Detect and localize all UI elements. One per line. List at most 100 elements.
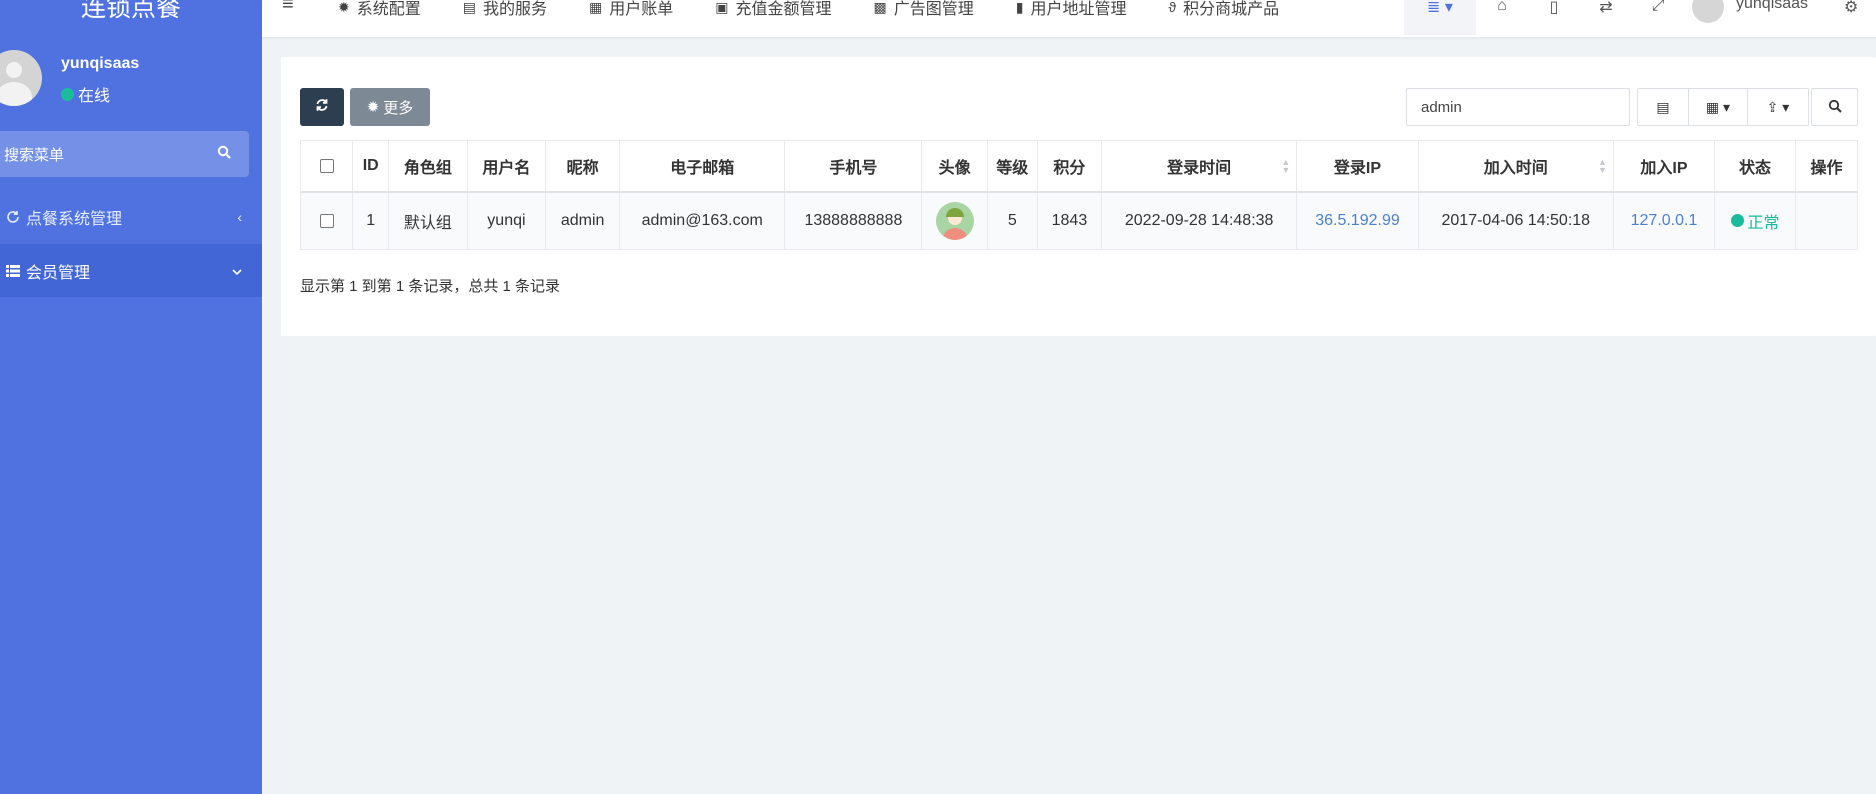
avatar bbox=[0, 50, 42, 106]
tab-ad-images[interactable]: ▩ 广告图管理 bbox=[874, 0, 974, 19]
loginip-link[interactable]: 36.5.192.99 bbox=[1315, 212, 1400, 229]
table-icon: ▤ bbox=[1656, 98, 1670, 115]
search-button[interactable] bbox=[1811, 88, 1858, 126]
top-nav: ≡ ✹ 系统配置 ▤ 我的服务 ▦ 用户账单 ▣ 充值金额管理 ▩ 广告图管理 … bbox=[262, 0, 1876, 38]
brand-logo[interactable]: 连锁点餐 bbox=[0, 0, 262, 34]
search-icon bbox=[1828, 99, 1842, 116]
tab-label: 积分商城产品 bbox=[1183, 1, 1280, 18]
avatar[interactable] bbox=[935, 201, 974, 240]
pagination-info: 显示第 1 到第 1 条记录，总共 1 条记录 bbox=[300, 278, 561, 295]
sidebar-item-label: 点餐系统管理 bbox=[26, 211, 123, 228]
export-icon: ⇪ ▾ bbox=[1766, 98, 1790, 115]
tab-user-bill[interactable]: ▦ 用户账单 bbox=[589, 0, 673, 19]
cell-loginip: 36.5.192.99 bbox=[1296, 191, 1419, 250]
sidebar-item-member[interactable]: 会员管理 bbox=[0, 244, 262, 297]
col-header-operate: 操作 bbox=[1795, 140, 1858, 193]
list-alt-icon: ▦ bbox=[589, 0, 603, 15]
refresh-icon bbox=[315, 98, 329, 116]
sort-icon[interactable]: ▲ ▼ bbox=[1598, 158, 1607, 175]
sidebar-item-label: 会员管理 bbox=[26, 264, 91, 282]
online-status-label: 在线 bbox=[78, 88, 111, 105]
chevron-down-icon bbox=[232, 263, 242, 279]
tab-list-dropdown-button[interactable]: ≣ ▾ bbox=[1404, 0, 1476, 35]
avatar bbox=[1692, 0, 1724, 23]
online-status: 在线 bbox=[61, 82, 110, 106]
user-table: ID 角色组 用户名 昵称 电子邮箱 手机号 头像 等级 积分 登录时间 ▲ ▼ … bbox=[299, 140, 1858, 250]
home-icon[interactable]: ⌂ bbox=[1476, 0, 1528, 15]
chevron-left-icon: ‹ bbox=[237, 209, 242, 225]
more-button[interactable]: ✹ 更多 bbox=[350, 88, 430, 126]
tab-label: 充值金额管理 bbox=[735, 1, 832, 18]
nav-right: ≣ ▾ ⌂ ▯ ⇄ ⤢ yunqisaas ⚙ bbox=[1404, 0, 1858, 38]
content-panel: ✹ 更多 ▤ ▦ ▾ ⇪ ▾ ID 角色组 用户名 bbox=[281, 57, 1876, 336]
tab-points-mall[interactable]: ϑ 积分商城产品 bbox=[1168, 0, 1279, 19]
tab-my-service[interactable]: ▤ 我的服务 bbox=[463, 0, 547, 19]
gears-icon[interactable]: ⚙ bbox=[1844, 0, 1858, 17]
col-header-avatar: 头像 bbox=[921, 140, 988, 193]
stethoscope-icon: ϑ bbox=[1168, 0, 1177, 15]
col-header-level: 等级 bbox=[986, 140, 1038, 193]
font-icon: ▩ bbox=[873, 0, 887, 15]
brand-title[interactable]: 连锁点餐 bbox=[0, 0, 262, 24]
gear-icon: ✹ bbox=[338, 0, 350, 15]
hamburger-icon[interactable]: ≡ bbox=[282, 0, 294, 16]
trash-icon[interactable]: ▯ bbox=[1528, 0, 1580, 17]
col-header-logintime[interactable]: 登录时间 ▲ ▼ bbox=[1101, 140, 1298, 193]
col-header-username: 用户名 bbox=[466, 140, 547, 193]
col-header-id[interactable]: ID bbox=[352, 140, 390, 193]
nav-tabs: ✹ 系统配置 ▤ 我的服务 ▦ 用户账单 ▣ 充值金额管理 ▩ 广告图管理 ▮ … bbox=[338, 0, 1321, 19]
sidebar: 连锁点餐 yunqisaas 在线 搜索菜单 点餐系统管理 ‹ 会员管理 bbox=[0, 0, 262, 794]
tab-label: 我的服务 bbox=[482, 1, 547, 18]
online-dot-icon bbox=[61, 87, 74, 101]
refresh-button[interactable] bbox=[300, 88, 344, 126]
cell-joinip: 127.0.0.1 bbox=[1612, 191, 1716, 250]
user-panel: yunqisaas 在线 bbox=[0, 46, 262, 110]
table-header-row: ID 角色组 用户名 昵称 电子邮箱 手机号 头像 等级 积分 登录时间 ▲ ▼ … bbox=[299, 140, 1858, 193]
tab-system-config[interactable]: ✹ 系统配置 bbox=[338, 0, 421, 19]
sidebar-user-name: yunqisaas bbox=[61, 55, 140, 72]
col-header-jointime[interactable]: 加入时间 ▲ ▼ bbox=[1417, 140, 1614, 193]
search-input[interactable] bbox=[1406, 88, 1630, 126]
status-dot-icon bbox=[1730, 214, 1744, 228]
list-icon: ≣ ▾ bbox=[1427, 0, 1453, 16]
col-header-loginip: 登录IP bbox=[1296, 140, 1419, 193]
cell-email: admin@163.com bbox=[618, 191, 786, 250]
search-icon[interactable] bbox=[217, 145, 231, 163]
col-header-joinip: 加入IP bbox=[1612, 140, 1716, 193]
sort-icon[interactable]: ▲ ▼ bbox=[1281, 158, 1290, 175]
toggle-view-button[interactable]: ▤ bbox=[1637, 88, 1689, 126]
col-header-score[interactable]: 积分 bbox=[1036, 140, 1103, 193]
sidebar-item-order-system[interactable]: 点餐系统管理 ‹ bbox=[0, 193, 262, 241]
status-badge[interactable]: 正常 bbox=[1730, 209, 1780, 233]
cell-username: yunqi bbox=[466, 191, 547, 250]
language-icon[interactable]: ⇄ bbox=[1580, 0, 1632, 17]
fullscreen-icon[interactable]: ⤢ bbox=[1632, 0, 1684, 15]
cell-id: 1 bbox=[352, 191, 390, 250]
cell-status: 正常 bbox=[1714, 191, 1797, 250]
columns-button[interactable]: ▦ ▾ bbox=[1688, 88, 1748, 126]
money-icon: ▣ bbox=[715, 0, 729, 15]
row-checkbox[interactable] bbox=[299, 191, 354, 250]
cell-jointime: 2017-04-06 14:50:18 bbox=[1417, 191, 1614, 250]
more-button-label: 更多 bbox=[383, 99, 414, 117]
menu-search-input[interactable]: 搜索菜单 bbox=[0, 131, 249, 177]
cell-mobile: 13888888888 bbox=[784, 191, 923, 250]
gear-icon: ✹ bbox=[366, 99, 380, 116]
cell-avatar bbox=[921, 191, 988, 250]
tab-user-address[interactable]: ▮ 用户地址管理 bbox=[1016, 0, 1127, 19]
columns-icon: ▦ ▾ bbox=[1705, 98, 1731, 115]
table-tools: ▤ ▦ ▾ ⇪ ▾ bbox=[1637, 88, 1809, 126]
table-row[interactable]: 1 默认组 yunqi admin admin@163.com 13888888… bbox=[299, 191, 1858, 250]
col-header-email: 电子邮箱 bbox=[618, 140, 786, 193]
col-header-label: 登录时间 bbox=[1167, 159, 1232, 177]
select-all-checkbox[interactable] bbox=[299, 140, 354, 193]
list-icon bbox=[0, 264, 26, 277]
server-icon: ▤ bbox=[462, 0, 476, 15]
cell-operate bbox=[1795, 191, 1858, 250]
user-menu[interactable]: yunqisaas bbox=[1692, 0, 1808, 27]
tab-recharge-amount[interactable]: ▣ 充值金额管理 bbox=[715, 0, 831, 19]
refresh-icon bbox=[0, 210, 26, 224]
tab-label: 用户地址管理 bbox=[1030, 1, 1127, 18]
joinip-link[interactable]: 127.0.0.1 bbox=[1631, 212, 1698, 229]
export-button[interactable]: ⇪ ▾ bbox=[1747, 88, 1809, 126]
